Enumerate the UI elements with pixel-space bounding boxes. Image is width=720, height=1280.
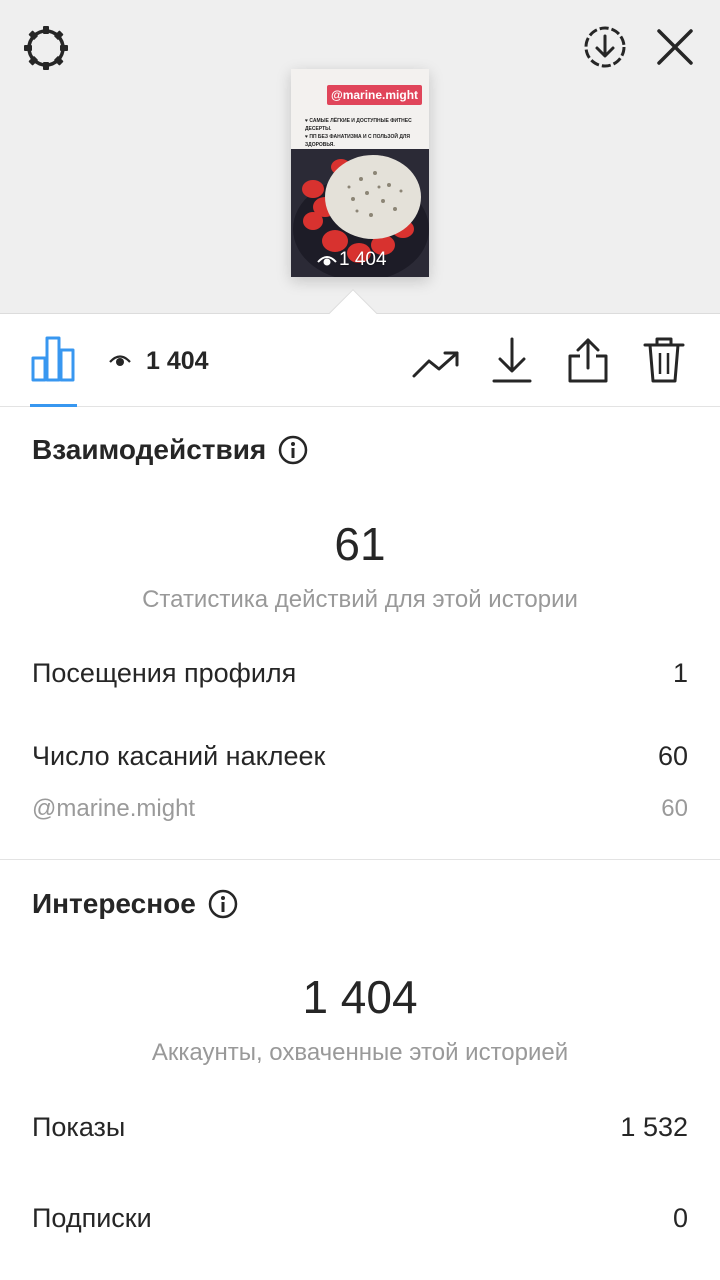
info-icon[interactable] <box>208 889 238 919</box>
stat-label: Число касаний наклеек <box>32 741 326 771</box>
share-icon <box>568 338 608 383</box>
interactions-title-label: Взаимодействия <box>32 434 267 465</box>
stat-label: Подписки <box>32 1203 152 1233</box>
interactions-section-title: Взаимодействия <box>32 434 308 466</box>
settings-button[interactable] <box>20 22 72 74</box>
story-preview-area: @marine.might ♥ самые лёгкие и доступные… <box>0 0 720 314</box>
save-button[interactable] <box>486 334 538 386</box>
thumbnail-views: 1 404 <box>317 249 387 271</box>
info-icon[interactable] <box>278 435 308 465</box>
bar-chart-icon <box>31 336 75 382</box>
settings-icon <box>24 26 68 70</box>
discovery-total: 1 404 <box>302 971 418 1023</box>
share-button[interactable] <box>562 334 614 386</box>
story-caption-line: ♥ пп без фанатизма и с пользой для здоро… <box>305 134 410 148</box>
close-icon <box>657 29 693 65</box>
stat-label: Посещения профиля <box>32 658 297 688</box>
delete-button[interactable] <box>638 334 690 386</box>
active-tab-indicator <box>30 404 77 407</box>
stat-row-follows: Подписки 0 <box>32 1203 688 1234</box>
interactions-caption: Статистика действий для этой истории <box>142 586 578 613</box>
trend-icon <box>412 351 459 378</box>
discovery-title-label: Интересное <box>32 888 196 919</box>
download-circle-icon <box>584 26 626 68</box>
trash-icon <box>643 337 685 383</box>
discovery-section-title: Интересное <box>32 888 238 920</box>
promote-button[interactable] <box>410 338 462 390</box>
download-icon <box>492 337 532 383</box>
stat-value: 1 <box>672 658 688 688</box>
stat-label: Показы <box>32 1112 126 1142</box>
stat-subvalue: 60 <box>661 795 688 822</box>
stat-value: 0 <box>672 1203 688 1233</box>
story-caption-text: ♥ самые лёгкие и доступные фитнес десерт… <box>305 117 423 149</box>
story-caption-line: ♥ самые лёгкие и доступные фитнес десерт… <box>305 118 412 132</box>
stat-row-sticker-taps: Число касаний наклеек 60 <box>32 741 688 772</box>
insights-tab[interactable] <box>28 334 78 384</box>
story-toolbar: 1 404 <box>0 314 720 407</box>
stat-row-impressions: Показы 1 532 <box>32 1112 688 1143</box>
discovery-caption: Аккаунты, охваченные этой историей <box>151 1039 569 1066</box>
section-divider <box>0 859 720 860</box>
thumbnail-views-count: 1 404 <box>339 249 387 270</box>
views-count: 1 404 <box>146 347 209 375</box>
eye-icon <box>109 355 131 366</box>
story-mention-tag: @marine.might <box>327 85 423 105</box>
views-indicator <box>108 348 132 372</box>
download-story-button[interactable] <box>578 20 632 74</box>
story-thumbnail[interactable]: @marine.might ♥ самые лёгкие и доступные… <box>291 69 429 277</box>
eye-icon <box>317 256 337 266</box>
interactions-total: 61 <box>334 518 386 570</box>
stat-row-mention-sticker: @marine.might 60 <box>32 795 688 823</box>
stat-value: 60 <box>657 741 688 771</box>
stat-sublabel: @marine.might <box>32 795 196 822</box>
stat-value: 1 532 <box>620 1112 688 1142</box>
close-button[interactable] <box>648 20 702 74</box>
stat-row-profile-visits: Посещения профиля 1 <box>32 658 688 689</box>
